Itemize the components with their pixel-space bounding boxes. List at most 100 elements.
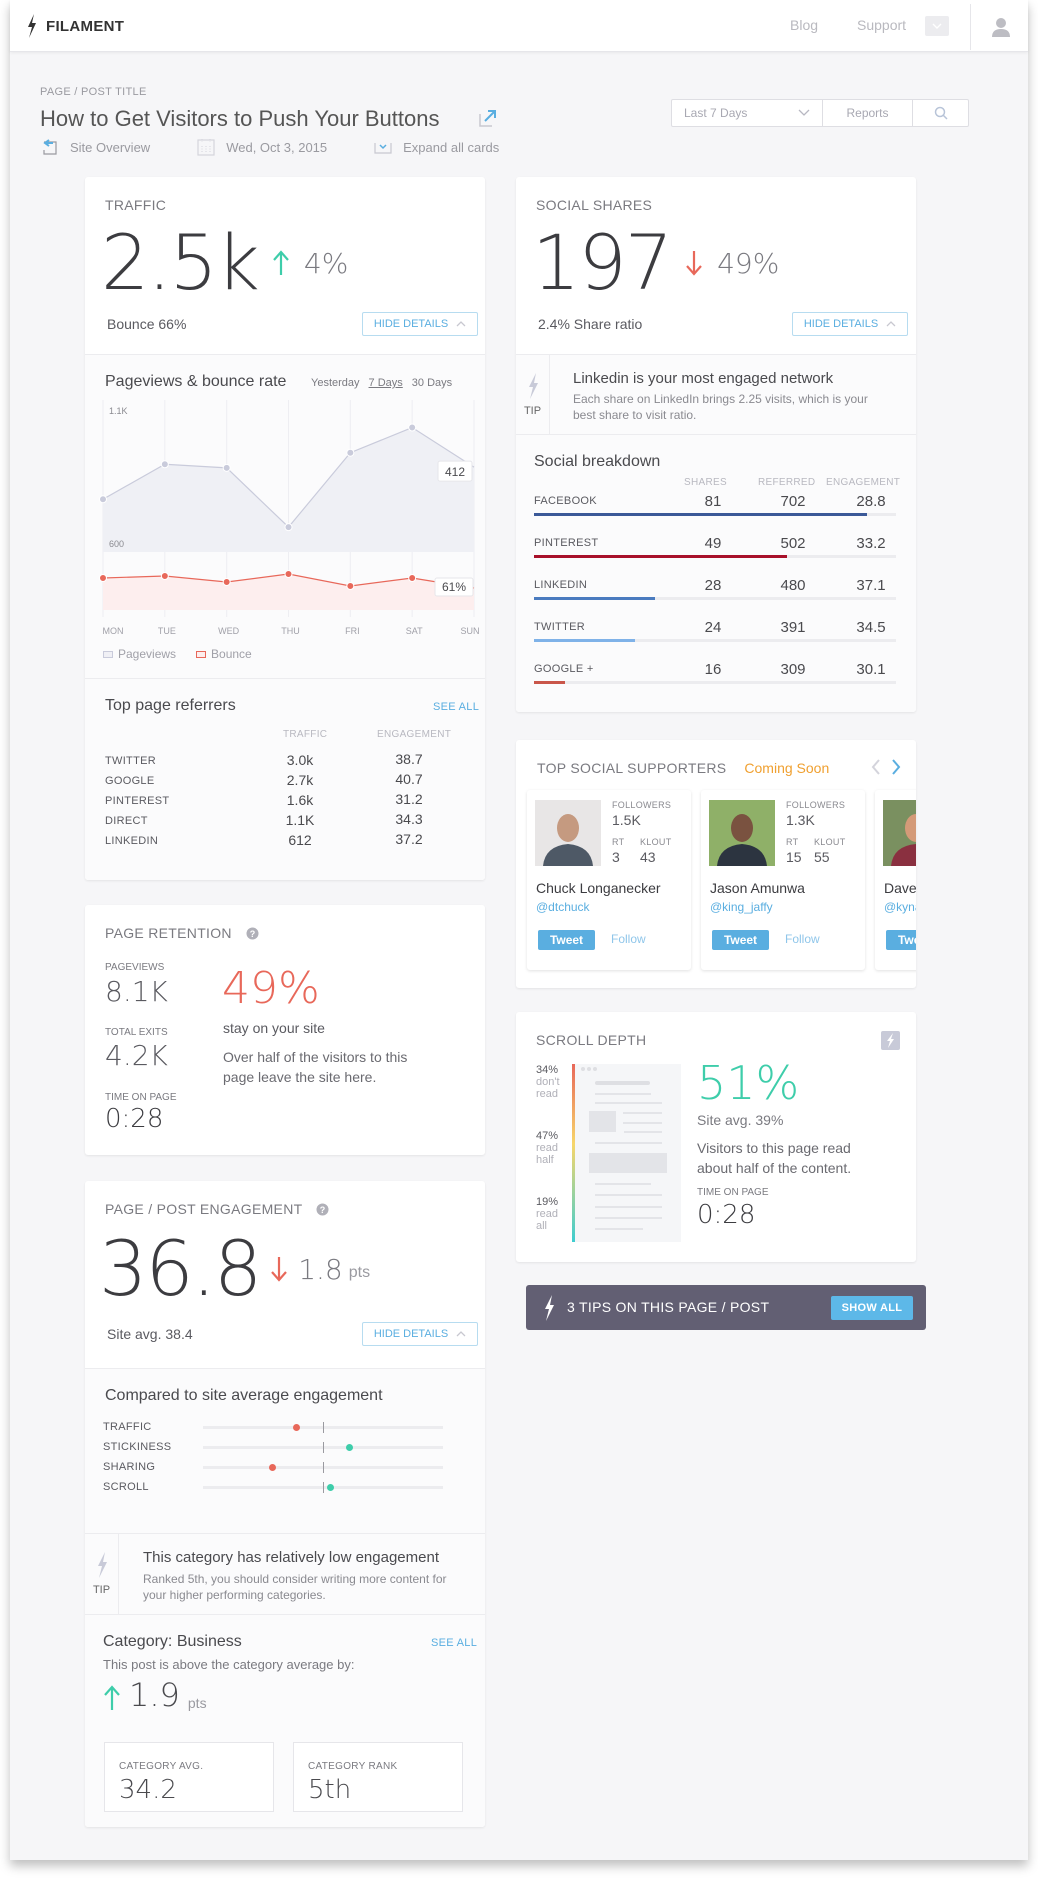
referred-value: 309	[780, 661, 806, 678]
tweet-button[interactable]: Tweet	[538, 930, 595, 950]
tab-30-days[interactable]: 30 Days	[412, 377, 452, 389]
expand-all-label: Expand all cards	[403, 139, 500, 155]
share-bar-track	[534, 639, 896, 642]
chevron-right-icon[interactable]	[891, 759, 901, 775]
show-all-tips-button[interactable]: SHOW ALL	[831, 1296, 913, 1320]
x-tick-label: WED	[218, 626, 239, 636]
referrer-traffic: 1.6k	[286, 792, 314, 808]
nav-blog-link[interactable]: Blog	[790, 17, 818, 33]
hide-details-button[interactable]: HIDE DETAILS	[362, 312, 478, 336]
supporter-card: Dave@kynaTweetFollow	[875, 790, 916, 970]
legend-swatch-pageviews	[103, 650, 113, 658]
hide-details-label: HIDE DETAILS	[373, 318, 449, 330]
page-title: How to Get Visitors to Push Your Buttons	[40, 106, 440, 131]
pageviews-point	[99, 495, 107, 504]
compare-metric-name: TRAFFIC	[103, 1421, 152, 1433]
pageviews-chart-section: Pageviews & bounce rate Yesterday 7 Days…	[85, 354, 485, 678]
tweet-button[interactable]: Tweet	[712, 930, 769, 950]
share-bar-fill	[534, 639, 636, 642]
lightning-badge-icon[interactable]	[881, 1031, 900, 1050]
referrers-see-all-link[interactable]: SEE ALL	[433, 701, 479, 713]
rt-label: RT	[786, 837, 799, 847]
shares-value: 16	[704, 661, 722, 678]
compare-value-dot	[326, 1484, 334, 1491]
search-button[interactable]	[913, 100, 968, 126]
segment-percent: 47%	[536, 1130, 559, 1142]
category-rank-value: 5th	[308, 1775, 352, 1805]
share-bar-track	[534, 555, 896, 558]
share-bar-fill	[534, 597, 656, 600]
engagement-label: PAGE / POST ENGAGEMENT	[105, 1201, 303, 1217]
site-average-marker	[323, 1482, 324, 1493]
x-tick-label: SUN	[460, 626, 479, 636]
y-tick-label: 1.1K	[109, 406, 128, 416]
bounce-rate: Bounce 66%	[107, 316, 187, 332]
reports-button[interactable]: Reports	[823, 100, 913, 126]
supporter-handle-link[interactable]: @dtchuck	[536, 900, 590, 914]
referrer-name: GOOGLE	[105, 775, 155, 787]
back-arrow-icon	[43, 139, 57, 155]
category-see-all-link[interactable]: SEE ALL	[431, 1637, 477, 1649]
supporter-handle-link[interactable]: @kyna	[884, 900, 916, 914]
compare-title: Compared to site average engagement	[105, 1387, 383, 1404]
category-rank-box: CATEGORY RANK 5th	[293, 1742, 463, 1812]
search-icon	[934, 106, 948, 120]
followers-label: FOLLOWERS	[786, 800, 846, 810]
date-picker[interactable]: Wed, Oct 3, 2015	[196, 138, 327, 156]
rt-label: RT	[612, 837, 625, 847]
supporter-name: Chuck Longanecker	[536, 880, 661, 896]
pageviews-point	[346, 448, 355, 457]
x-tick-label: FRI	[345, 626, 360, 636]
network-name: GOOGLE +	[534, 663, 594, 675]
retention-description: Over half of the visitors to this page l…	[223, 1049, 408, 1085]
social-breakdown-row: PINTEREST 49 502 33.2	[534, 535, 896, 561]
tab-7-days[interactable]: 7 Days	[369, 377, 403, 389]
col-header-traffic: TRAFFIC	[283, 729, 328, 740]
total-exits-label: TOTAL EXITS	[105, 1027, 168, 1038]
scroll-time-value: 0:28	[697, 1200, 756, 1230]
supporters-label: TOP SOCIAL SUPPORTERS	[537, 760, 727, 776]
arrow-down-icon	[686, 251, 702, 276]
category-rank-label: CATEGORY RANK	[308, 1761, 398, 1772]
referred-value: 502	[780, 535, 806, 552]
tip-badge: TIP	[516, 355, 550, 434]
follow-link[interactable]: Follow	[611, 932, 646, 946]
traffic-card: TRAFFIC 2.5k 4% Bounce 66% HIDE DETAILS …	[85, 177, 485, 880]
compare-metric-name: STICKINESS	[103, 1441, 172, 1453]
chevron-left-icon[interactable]	[871, 759, 881, 775]
category-description: This post is above the category average …	[103, 1657, 355, 1672]
referrers-section: Top page referrers SEE ALL TRAFFIC ENGAG…	[85, 678, 485, 880]
total-exits-value: 4.2K	[105, 1039, 168, 1072]
scroll-depth-card: SCROLL DEPTH 34% don't read 47% read half 19…	[516, 1012, 916, 1262]
help-icon[interactable]: ?	[316, 1203, 329, 1216]
site-overview-label: Site Overview	[70, 139, 151, 155]
referrer-traffic: 1.1K	[285, 812, 315, 828]
tab-yesterday[interactable]: Yesterday	[311, 377, 360, 389]
tweet-button[interactable]: Tweet	[886, 930, 916, 950]
legend-pageviews: Pageviews	[103, 647, 176, 661]
hide-details-button[interactable]: HIDE DETAILS	[362, 1322, 478, 1346]
pageviews-point	[160, 460, 169, 469]
follow-link[interactable]: Follow	[785, 932, 820, 946]
nav-support-link[interactable]: Support	[857, 17, 906, 33]
help-icon[interactable]: ?	[246, 927, 259, 940]
compare-track	[203, 1462, 443, 1473]
hide-details-button[interactable]: HIDE DETAILS	[792, 312, 908, 336]
supporter-handle-link[interactable]: @king_jaffy	[710, 900, 773, 914]
bounce-point	[99, 574, 107, 582]
retention-percent: 49%	[222, 963, 320, 1014]
scroll-time-label: TIME ON PAGE	[697, 1187, 769, 1198]
logo[interactable]: FILAMENT	[26, 14, 124, 38]
site-overview-link[interactable]: Site Overview	[40, 138, 150, 156]
expand-all-cards-link[interactable]: Expand all cards	[373, 138, 499, 156]
social-shares-card: SOCIAL SHARES 197 49% 2.4% Share ratio H…	[516, 177, 916, 712]
external-link-icon[interactable]	[478, 108, 498, 128]
referrer-name: LINKEDIN	[105, 835, 159, 847]
supporter-card: FOLLOWERS 1.5K RT KLOUT 3 43 Chuck Longanecker…	[527, 790, 691, 970]
date-range-select[interactable]: Last 7 Days	[672, 100, 823, 126]
svg-text:61%: 61%	[442, 580, 466, 594]
social-breakdown-row: LINKEDIN 28 480 37.1	[534, 577, 896, 603]
user-icon[interactable]	[990, 16, 1012, 38]
topbar-divider	[970, 4, 971, 50]
support-dropdown-button[interactable]	[925, 16, 949, 36]
